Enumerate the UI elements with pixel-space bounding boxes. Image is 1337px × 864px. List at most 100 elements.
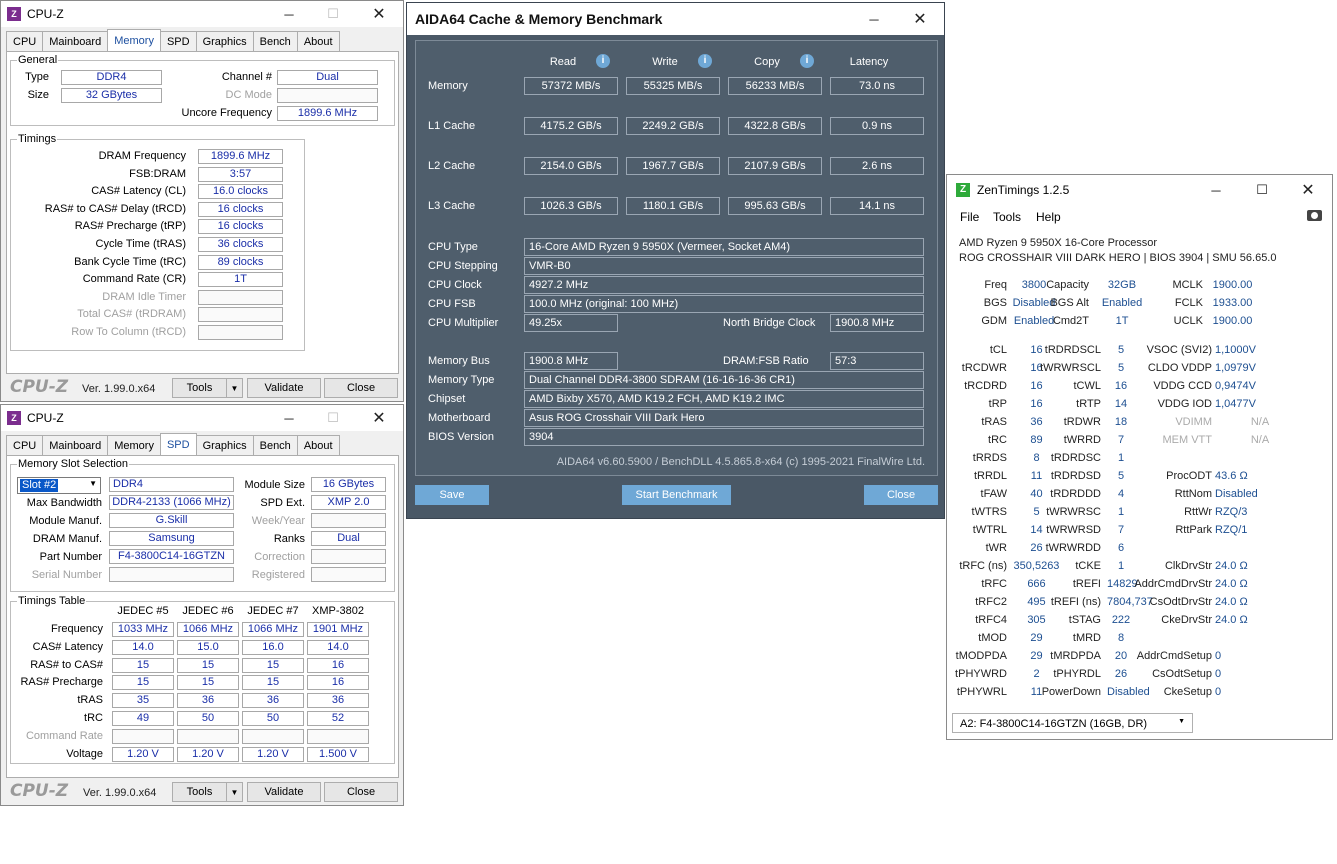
- timing-label: RttNom: [1174, 488, 1212, 500]
- tab-graphics[interactable]: Graphics: [195, 435, 254, 455]
- benchmark-value: 14.1 ns: [830, 197, 924, 215]
- timing-label: AddrCmdDrvStr: [1134, 578, 1212, 590]
- table-cell: 15: [112, 675, 174, 691]
- table-cell: 15: [112, 657, 174, 673]
- tab-cpu[interactable]: CPU: [6, 435, 44, 455]
- validate-button[interactable]: Validate: [247, 378, 321, 398]
- table-cell: [242, 728, 304, 744]
- table-cell: 36: [242, 693, 304, 709]
- tab-spd[interactable]: SPD: [159, 433, 197, 455]
- cpu-fsb-label: CPU FSB: [428, 298, 476, 310]
- cpuz-spd-window: Z CPU-Z ─ ☐ ✕ CPU Mainboard Memory SPD G…: [0, 404, 404, 806]
- tab-about[interactable]: About: [296, 435, 340, 455]
- table-cell: 1.500 V: [307, 746, 369, 762]
- tools-button[interactable]: Tools: [172, 782, 227, 802]
- menu-help[interactable]: Help: [1036, 210, 1061, 224]
- timing-value: Disabled: [1215, 488, 1258, 500]
- benchmark-value: 995.63 GB/s: [728, 197, 822, 215]
- maximize-button[interactable]: ☐: [1240, 175, 1284, 205]
- tab-memory[interactable]: Memory: [107, 29, 161, 51]
- timing-value: 16 clocks: [198, 201, 283, 217]
- slot-type-value: DDR4: [109, 477, 234, 492]
- info-icon[interactable]: i: [698, 54, 712, 68]
- menu-bar: File Tools Help: [947, 207, 1332, 227]
- tools-dropdown-button[interactable]: ▼: [226, 378, 243, 398]
- timing-label: tWRWRDD: [1045, 542, 1101, 554]
- validate-button[interactable]: Validate: [247, 782, 321, 802]
- timing-value: RZQ/3: [1215, 506, 1248, 518]
- window-title: ZenTimings 1.2.5: [977, 183, 1070, 197]
- close-window-button[interactable]: ✕: [1286, 175, 1330, 205]
- cpu-stepping-value: VMR-B0: [524, 257, 924, 275]
- caret-down-icon: ▼: [230, 787, 239, 797]
- tools-button[interactable]: Tools: [172, 378, 227, 398]
- timing-value: 1T: [198, 272, 283, 288]
- table-column-header: JEDEC #7: [247, 605, 299, 617]
- cpu-multiplier-value: 49.25x: [524, 314, 618, 332]
- tab-mainboard[interactable]: Mainboard: [42, 31, 109, 51]
- dimm-select-value: A2: F4-3800C14-16GTZN (16GB, DR): [960, 718, 1148, 730]
- timing-label: Row To Column (tRCD): [71, 326, 186, 338]
- minimize-button[interactable]: ─: [852, 3, 896, 35]
- timing-label: VDDG IOD: [1157, 398, 1212, 410]
- tab-about[interactable]: About: [296, 31, 340, 51]
- close-button[interactable]: Close: [864, 485, 938, 505]
- camera-icon[interactable]: [1307, 210, 1322, 221]
- cpuz-logo: CPU-Z: [10, 781, 69, 801]
- close-window-button[interactable]: ✕: [357, 1, 401, 27]
- version-text: Ver. 1.99.0.x64: [82, 383, 156, 395]
- slot-select[interactable]: Slot #2 ▼: [17, 477, 101, 494]
- minimize-button[interactable]: ─: [267, 405, 311, 431]
- timing-label: MEM VTT: [1162, 434, 1213, 446]
- memory-panel: General Type DDR4 Size 32 GBytes Channel…: [6, 51, 399, 374]
- tab-spd[interactable]: SPD: [159, 31, 197, 51]
- close-button[interactable]: Close: [324, 378, 398, 398]
- zentimings-app-icon: Z: [956, 183, 970, 197]
- clock-value: 1900.00: [1212, 279, 1253, 291]
- menu-tools[interactable]: Tools: [993, 210, 1021, 224]
- maximize-button[interactable]: ☐: [311, 405, 355, 431]
- benchmark-value: 73.0 ns: [830, 77, 924, 95]
- zentimings-window: Z ZenTimings 1.2.5 ─ ☐ ✕ File Tools Help…: [946, 174, 1333, 740]
- week-year-value: [311, 513, 386, 528]
- timing-value: 43.6 Ω: [1215, 470, 1248, 482]
- close-window-button[interactable]: ✕: [898, 3, 942, 35]
- tab-memory[interactable]: Memory: [107, 435, 161, 455]
- benchmark-value: 1026.3 GB/s: [524, 197, 618, 215]
- tab-mainboard[interactable]: Mainboard: [42, 435, 109, 455]
- table-cell: 16: [307, 675, 369, 691]
- benchmark-value: 0.9 ns: [830, 117, 924, 135]
- close-window-button[interactable]: ✕: [357, 405, 401, 431]
- timing-value: 1,0979V: [1215, 362, 1256, 374]
- table-column-header: JEDEC #6: [182, 605, 234, 617]
- part-number-label: Part Number: [39, 551, 102, 563]
- board-info: ROG CROSSHAIR VIII DARK HERO | BIOS 3904…: [959, 252, 1277, 264]
- menu-file[interactable]: File: [960, 210, 979, 224]
- ranks-value: Dual: [311, 531, 386, 546]
- maximize-button[interactable]: ☐: [311, 1, 355, 27]
- minimize-button[interactable]: ─: [267, 1, 311, 27]
- timing-label: ClkDrvStr: [1164, 560, 1212, 572]
- tab-bar: CPU Mainboard Memory SPD Graphics Bench …: [6, 29, 340, 52]
- bios-version-value: 3904: [524, 428, 924, 446]
- close-button[interactable]: Close: [324, 782, 398, 802]
- info-icon[interactable]: i: [596, 54, 610, 68]
- tab-graphics[interactable]: Graphics: [195, 31, 254, 51]
- dimm-select[interactable]: A2: F4-3800C14-16GTZN (16GB, DR) ▼: [952, 713, 1193, 733]
- dcmode-value: [277, 88, 378, 103]
- clock-label: MCLK: [1172, 279, 1203, 291]
- tools-dropdown-button[interactable]: ▼: [226, 782, 243, 802]
- table-cell: 1066 MHz: [177, 622, 239, 637]
- tab-bench[interactable]: Bench: [252, 31, 298, 51]
- tab-cpu[interactable]: CPU: [6, 31, 44, 51]
- table-cell: 50: [177, 711, 239, 726]
- timing-label: FSB:DRAM: [129, 167, 186, 180]
- tab-bench[interactable]: Bench: [252, 435, 298, 455]
- table-cell: 15: [177, 675, 239, 691]
- minimize-button[interactable]: ─: [1194, 175, 1238, 205]
- save-button[interactable]: Save: [415, 485, 489, 505]
- start-benchmark-button[interactable]: Start Benchmark: [622, 485, 731, 505]
- benchmark-row-label: L2 Cache: [428, 160, 476, 172]
- info-icon[interactable]: i: [800, 54, 814, 68]
- table-column-header: JEDEC #5: [117, 605, 169, 617]
